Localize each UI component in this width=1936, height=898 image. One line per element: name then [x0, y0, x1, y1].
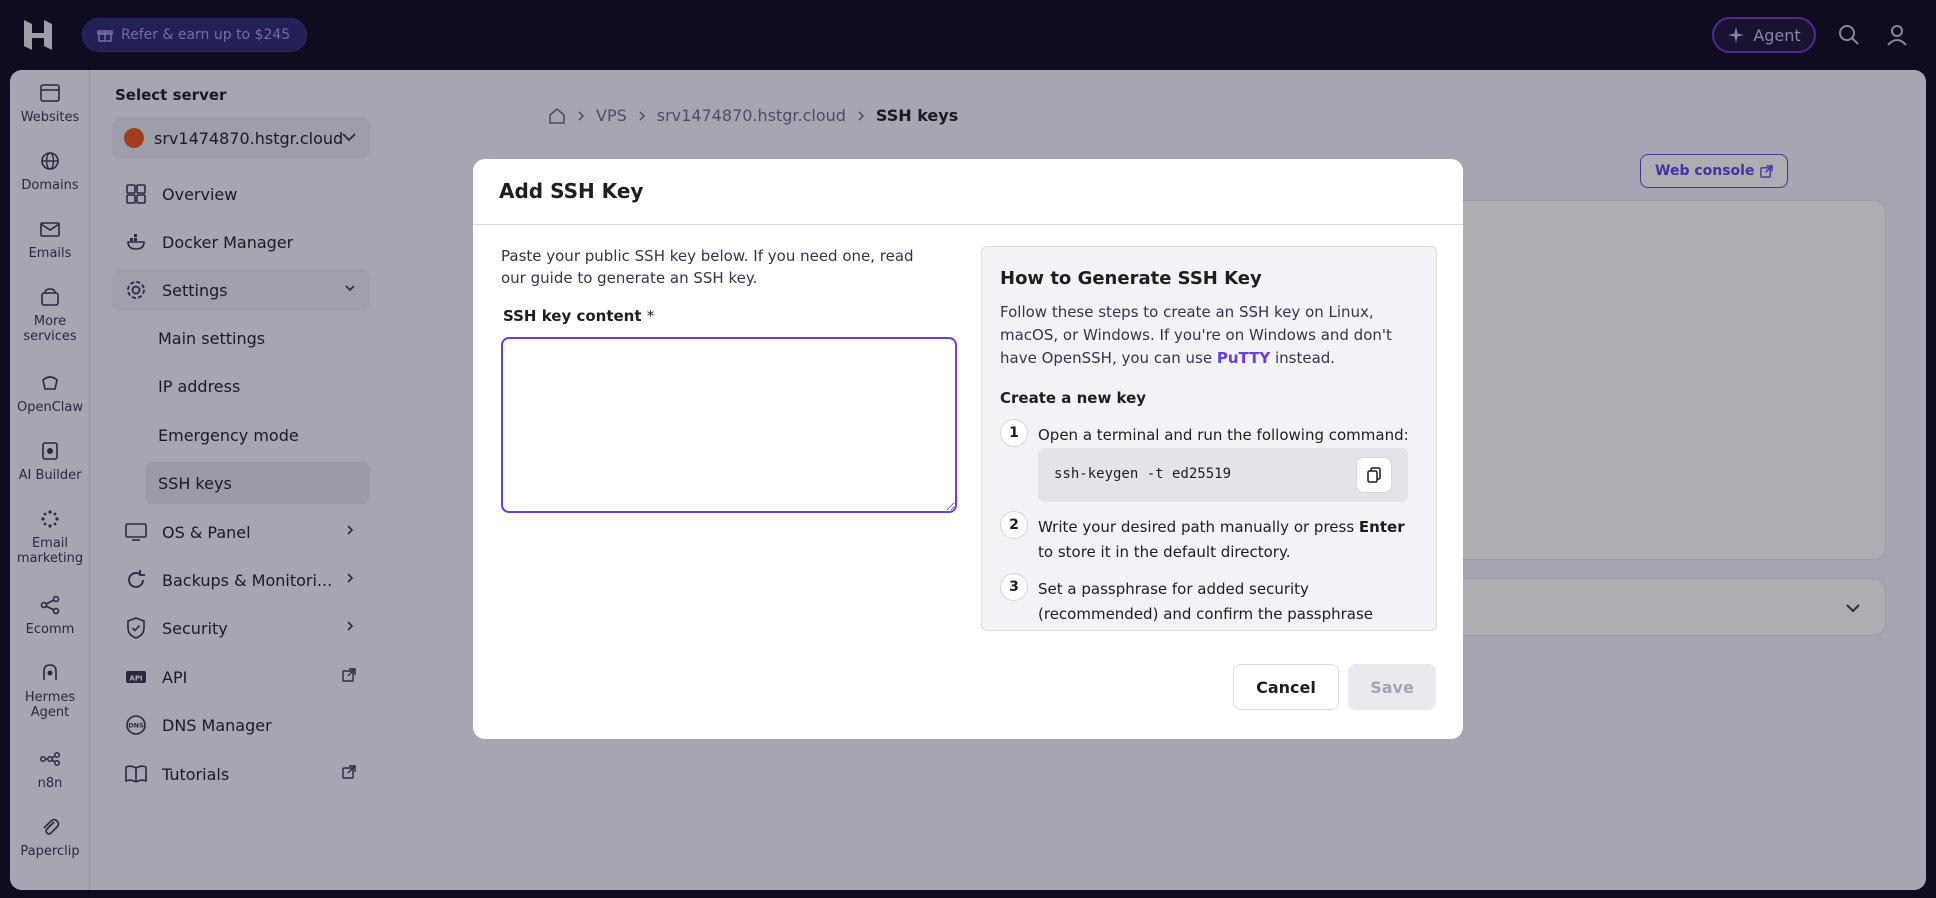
command-box: ssh-keygen -t ed25519: [1038, 448, 1408, 502]
save-button[interactable]: Save: [1348, 664, 1436, 710]
required-asterisk: *: [646, 307, 655, 325]
step-number: 2: [1000, 511, 1028, 539]
dialog-header: Add SSH Key: [473, 159, 1463, 225]
step-text-part: Write your desired path manually or pres…: [1038, 518, 1359, 536]
step-text: Write your desired path manually or pres…: [1038, 515, 1418, 565]
how-to-title: How to Generate SSH Key: [1000, 268, 1262, 289]
copy-button[interactable]: [1356, 457, 1392, 493]
step-text: Open a terminal and run the following co…: [1038, 426, 1409, 444]
how-to-panel: How to Generate SSH Key Follow these ste…: [981, 246, 1437, 631]
step-number: 3: [1000, 573, 1028, 601]
command-text: ssh-keygen -t ed25519: [1054, 466, 1232, 482]
dialog-intro-text: Paste your public SSH key below. If you …: [501, 247, 914, 287]
how-to-subtitle: Create a new key: [1000, 389, 1147, 407]
dialog-title: Add SSH Key: [499, 179, 644, 203]
step-text-bold: Enter: [1358, 518, 1405, 536]
step-text: Set a passphrase for added security (rec…: [1038, 580, 1374, 623]
copy-icon: [1367, 467, 1381, 483]
step-text-part: to store it in the default directory.: [1038, 543, 1291, 561]
putty-link[interactable]: PuTTY: [1217, 349, 1270, 367]
cancel-button[interactable]: Cancel: [1233, 664, 1339, 710]
ssh-key-textarea[interactable]: [501, 337, 957, 513]
step-number: 1: [1000, 419, 1028, 447]
how-to-description: Follow these steps to create an SSH key …: [1000, 301, 1420, 370]
ssh-key-field-label: SSH key content *: [503, 307, 654, 325]
how-to-desc-text: instead.: [1270, 349, 1336, 367]
ssh-key-label-text: SSH key content: [503, 307, 642, 325]
add-ssh-key-dialog: Add SSH Key Paste your public SSH key be…: [473, 159, 1463, 739]
